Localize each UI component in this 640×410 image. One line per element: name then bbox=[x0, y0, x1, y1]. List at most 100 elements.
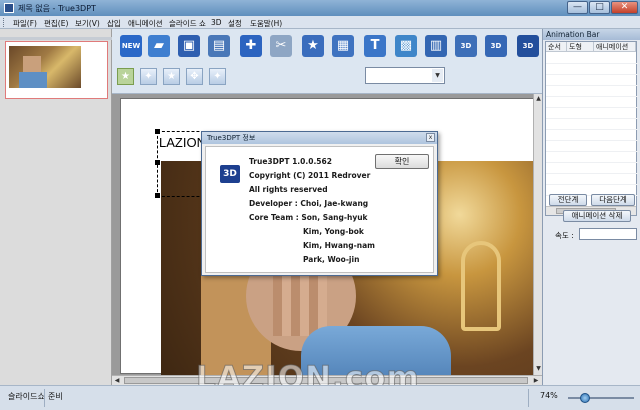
picture-icon: ▩ bbox=[399, 38, 413, 53]
list-gridline bbox=[546, 63, 638, 64]
3d-object-icon: 3D bbox=[460, 42, 472, 50]
about-dialog-body: 3D 확인 True3DPT 1.0.0.562 Copyright (C) 2… bbox=[205, 146, 434, 273]
animation-bar: Animation Bar 순서 도형 애니메이션 전단계 다음단계 애니메이션… bbox=[542, 29, 640, 385]
team-member-text: Kim, Hwang-nam bbox=[303, 241, 375, 250]
menu-file[interactable]: 파일(F) bbox=[13, 18, 37, 29]
paste-button[interactable]: ▦ bbox=[332, 35, 354, 57]
video-button[interactable]: ▥ bbox=[425, 35, 447, 57]
resize-handle[interactable] bbox=[155, 129, 160, 134]
menu-3d[interactable]: 3D bbox=[211, 18, 222, 27]
photo-trophy bbox=[461, 241, 501, 331]
new-button[interactable]: NEW bbox=[120, 35, 142, 57]
chevron-down-icon[interactable]: ▼ bbox=[432, 69, 443, 82]
slide-panel bbox=[0, 29, 112, 385]
open-folder-icon: ▰ bbox=[154, 38, 164, 53]
prev-step-button[interactable]: 전단계 bbox=[549, 194, 587, 206]
menu-animation[interactable]: 애니메이션 bbox=[128, 18, 163, 29]
column-shape[interactable]: 도형 bbox=[567, 42, 594, 52]
list-gridline bbox=[546, 118, 638, 119]
add-slide-icon: ✚ bbox=[245, 38, 257, 53]
list-gridline bbox=[546, 162, 638, 163]
slide-thumbnail[interactable] bbox=[5, 41, 108, 99]
core-team-text: Core Team : Son, Sang-hyuk bbox=[249, 213, 368, 222]
column-animation[interactable]: 애니메이션 bbox=[594, 42, 636, 52]
list-gridline bbox=[546, 74, 638, 75]
team-member-text: Kim, Yong-bok bbox=[303, 227, 364, 236]
scroll-left-icon[interactable]: ◀ bbox=[112, 376, 122, 385]
add-star-slide-icon: ★ bbox=[307, 38, 319, 53]
maximize-button[interactable]: □ bbox=[589, 1, 610, 14]
zoom-slider[interactable] bbox=[568, 392, 634, 404]
menu-edit[interactable]: 편집(E) bbox=[44, 18, 68, 29]
add-slide-button[interactable]: ✚ bbox=[240, 35, 262, 57]
column-order[interactable]: 순서 bbox=[546, 42, 567, 52]
new-icon: NEW bbox=[121, 42, 141, 50]
minimize-button[interactable]: — bbox=[567, 1, 588, 14]
resize-handle[interactable] bbox=[155, 193, 160, 198]
cut-button[interactable]: ✂ bbox=[270, 35, 292, 57]
scroll-right-icon[interactable]: ▶ bbox=[531, 376, 541, 385]
save-icon: ▣ bbox=[182, 38, 196, 53]
resize-handle[interactable] bbox=[155, 160, 160, 165]
toolbar-combo[interactable]: ▼ bbox=[365, 67, 445, 84]
star-transform-icon[interactable]: ✦ bbox=[209, 68, 226, 85]
star-rotate-icon[interactable]: ✥ bbox=[186, 68, 203, 85]
list-gridline bbox=[546, 96, 638, 97]
status-separator bbox=[528, 389, 529, 407]
3d-video-button[interactable]: 3D bbox=[485, 35, 507, 57]
list-gridline bbox=[546, 184, 638, 185]
about-dialog: True3DPT 정보 x 3D 확인 True3DPT 1.0.0.562 C… bbox=[201, 131, 438, 276]
paste-icon: ▦ bbox=[336, 38, 350, 53]
picture-button[interactable]: ▩ bbox=[395, 35, 417, 57]
save-button[interactable]: ▣ bbox=[178, 35, 200, 57]
team-member-text: Park, Woo-jin bbox=[303, 255, 360, 264]
developer-text: Developer : Choi, Jae-kwang bbox=[249, 199, 369, 208]
list-gridline bbox=[546, 140, 638, 141]
add-star-slide-button[interactable]: ★ bbox=[302, 35, 324, 57]
vertical-scrollbar[interactable]: ▲ ▼ bbox=[533, 94, 542, 375]
3d-object-button[interactable]: 3D bbox=[455, 35, 477, 57]
next-step-button[interactable]: 다음단계 bbox=[591, 194, 635, 206]
text-button[interactable]: T bbox=[364, 35, 386, 57]
cut-icon: ✂ bbox=[275, 38, 287, 53]
menu-insert[interactable]: 삽입 bbox=[107, 18, 121, 29]
animation-bar-title: Animation Bar bbox=[543, 29, 640, 40]
list-gridline bbox=[546, 129, 638, 130]
3d-mode-icon: 3D bbox=[522, 42, 534, 50]
copyright-text: Copyright (C) 2011 Redrover bbox=[249, 171, 371, 180]
animation-list[interactable]: 순서 도형 애니메이션 bbox=[545, 41, 638, 216]
status-slideshow[interactable]: 슬라이드쇼 bbox=[8, 391, 45, 402]
menu-slideshow[interactable]: 슬라이드 쇼 bbox=[169, 18, 206, 29]
photo-mosaic bbox=[273, 266, 327, 336]
video-icon: ▥ bbox=[429, 38, 443, 53]
list-gridline bbox=[546, 85, 638, 86]
list-gridline bbox=[546, 107, 638, 108]
status-bar: 슬라이드쇼 준비 74% bbox=[0, 385, 640, 410]
status-separator bbox=[44, 389, 45, 407]
status-state: 준비 bbox=[48, 392, 63, 401]
star-move-icon[interactable]: ✦ bbox=[140, 68, 157, 85]
rights-text: All rights reserved bbox=[249, 185, 328, 194]
star-scale-icon[interactable]: ★ bbox=[163, 68, 180, 85]
3d-mode-button[interactable]: 3D bbox=[517, 35, 539, 57]
3d-video-icon: 3D bbox=[490, 42, 502, 50]
speed-input[interactable] bbox=[579, 228, 637, 240]
star-select-icon[interactable]: ★ bbox=[117, 68, 134, 85]
slide-text[interactable]: LAZION bbox=[159, 135, 206, 150]
zoom-slider-knob[interactable] bbox=[580, 393, 590, 403]
menu-view[interactable]: 보기(V) bbox=[75, 18, 100, 29]
slide-thumbnail-image bbox=[9, 46, 81, 88]
window-title: 제목 없음 - True3DPT bbox=[18, 4, 96, 13]
close-button[interactable]: ✕ bbox=[611, 1, 638, 14]
ok-button[interactable]: 확인 bbox=[375, 154, 429, 169]
delete-animation-button[interactable]: 애니메이션 삭제 bbox=[563, 210, 631, 222]
speed-label: 속도 : bbox=[555, 231, 574, 240]
menu-bar: 파일(F) 편집(E) 보기(V) 삽입 애니메이션 슬라이드 쇼 3D 설정 … bbox=[0, 16, 640, 29]
slide-panel-header bbox=[0, 37, 112, 40]
menu-settings[interactable]: 설정 bbox=[228, 18, 242, 29]
close-icon[interactable]: x bbox=[426, 133, 435, 142]
print-button[interactable]: ▤ bbox=[208, 35, 230, 57]
version-text: True3DPT 1.0.0.562 bbox=[249, 157, 332, 166]
menu-help[interactable]: 도움말(H) bbox=[250, 18, 282, 29]
open-folder-button[interactable]: ▰ bbox=[148, 35, 170, 57]
